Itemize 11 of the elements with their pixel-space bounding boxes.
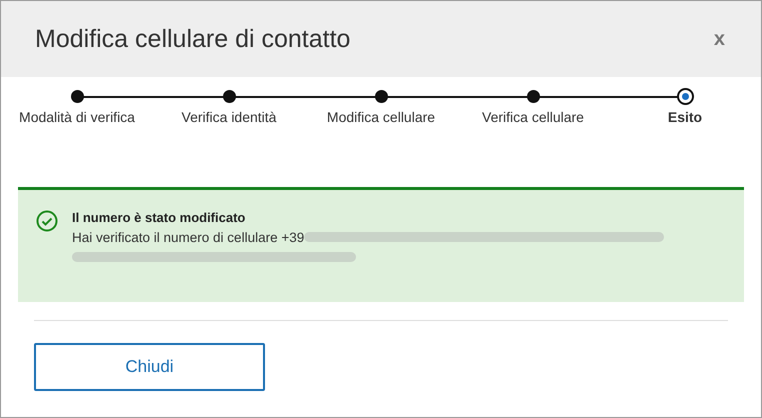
alert-title: Il numero è stato modificato: [72, 210, 246, 225]
dialog-title: Modifica cellulare di contatto: [35, 24, 350, 54]
step-label: Verifica cellulare: [482, 109, 584, 125]
step-label: Verifica identità: [182, 109, 276, 125]
alert-message: Hai verificato il numero di cellulare +39: [72, 230, 304, 244]
close-button[interactable]: x: [712, 28, 727, 50]
close-dialog-button[interactable]: Chiudi: [34, 343, 265, 391]
step-label: Esito: [668, 109, 702, 125]
step-label: Modalità di verifica: [19, 109, 135, 125]
check-circle-icon: [36, 210, 58, 232]
step-label: Modifica cellulare: [326, 109, 436, 125]
